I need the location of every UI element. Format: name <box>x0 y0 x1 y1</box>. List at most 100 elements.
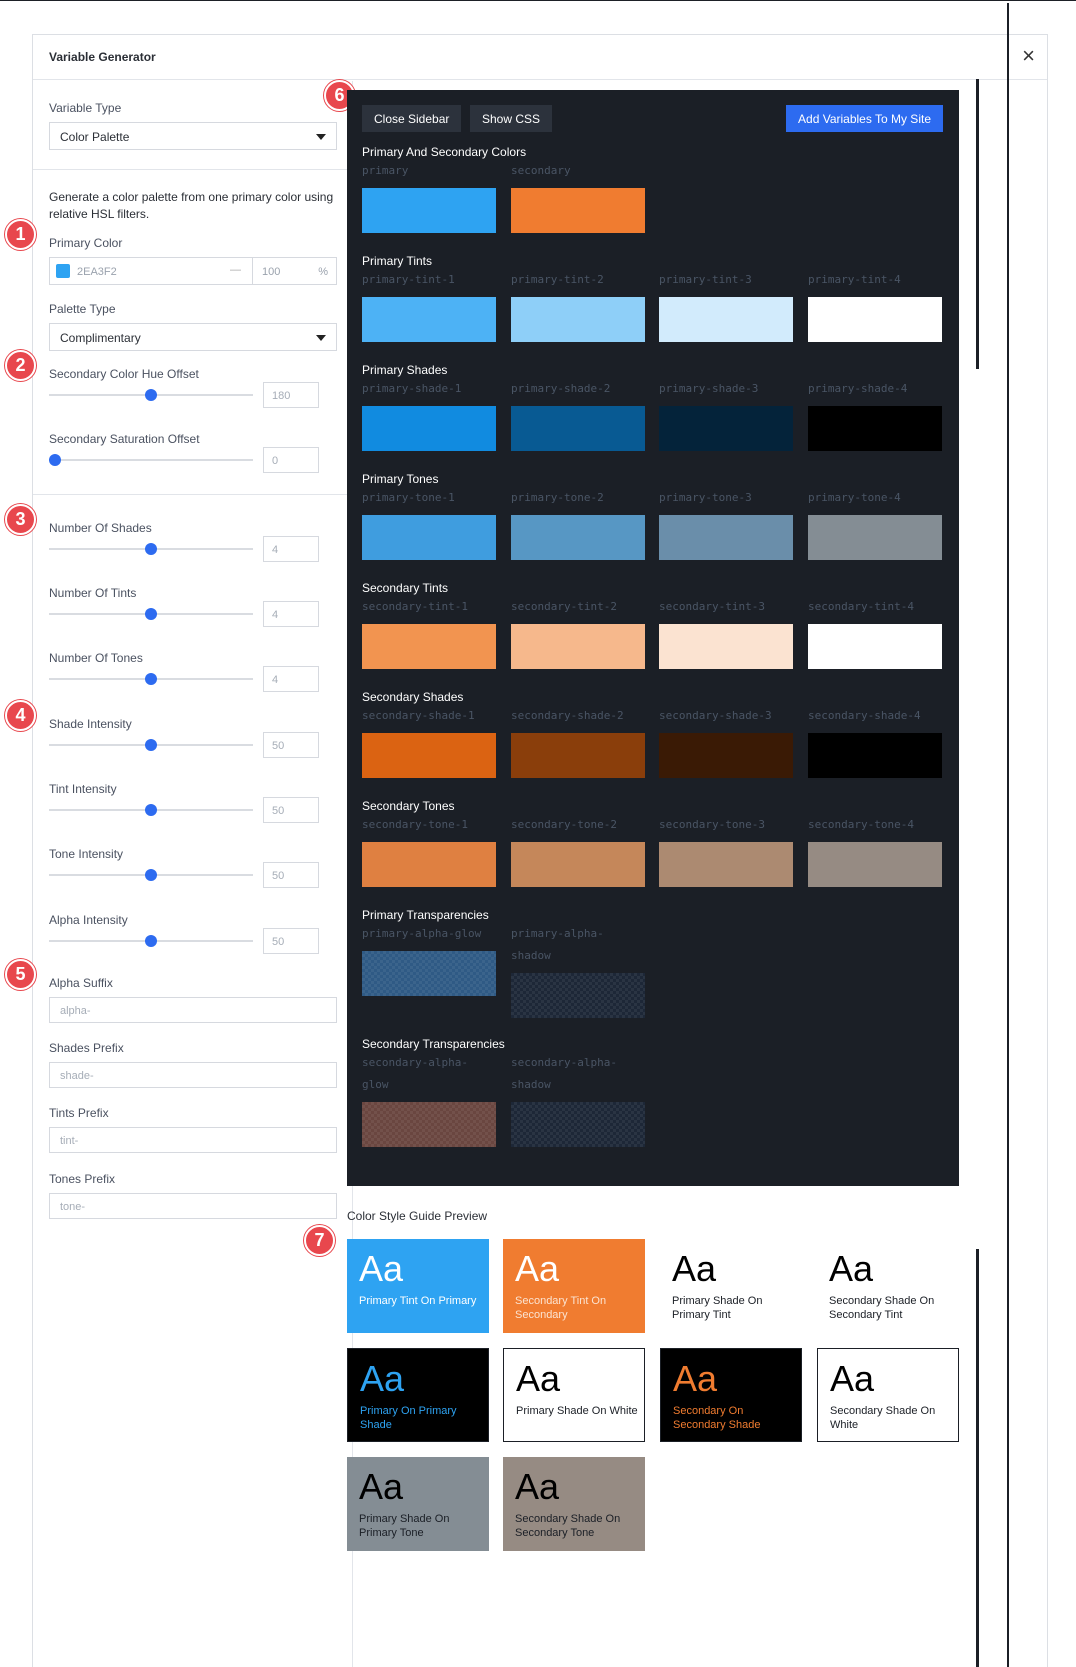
variable-type-select[interactable]: Color Palette <box>49 122 337 150</box>
slider-value-tint_int[interactable]: 50 <box>263 797 319 823</box>
color-swatch[interactable] <box>659 842 793 887</box>
slider-value-tone_int[interactable]: 50 <box>263 862 319 888</box>
color-swatch[interactable] <box>56 264 70 278</box>
slider-thumb[interactable] <box>145 608 157 620</box>
slider-track[interactable] <box>49 459 253 461</box>
color-swatch[interactable] <box>362 733 496 778</box>
shades-prefix-input[interactable]: shade- <box>49 1062 337 1088</box>
slider-sat[interactable] <box>49 454 253 466</box>
variable-name: secondary-shade-3 <box>659 709 772 722</box>
slider-value-shades[interactable]: 4 <box>263 536 319 562</box>
slider-thumb[interactable] <box>145 673 157 685</box>
tints-prefix-input[interactable]: tint- <box>49 1127 337 1153</box>
step-badge-5: 5 <box>5 959 36 990</box>
group-title: Secondary Transparencies <box>362 1037 505 1051</box>
group-title: Secondary Tones <box>362 799 455 813</box>
dialog-header: Variable Generator × <box>33 35 1047 80</box>
variable-name: primary-shade-2 <box>511 382 611 395</box>
page-scrollbar[interactable] <box>1007 3 1009 1667</box>
close-sidebar-button[interactable]: Close Sidebar <box>362 105 462 132</box>
slider-thumb[interactable] <box>145 739 157 751</box>
slider-tint_int[interactable] <box>49 804 253 816</box>
color-swatch[interactable] <box>808 406 942 451</box>
color-swatch[interactable] <box>659 733 793 778</box>
color-swatch[interactable] <box>808 624 942 669</box>
divider <box>33 494 353 495</box>
slider-value-tints[interactable]: 4 <box>263 601 319 627</box>
color-swatch[interactable] <box>362 624 496 669</box>
slider-value-hue[interactable]: 180 <box>263 382 319 408</box>
slider-thumb[interactable] <box>49 454 61 466</box>
slider-tones[interactable] <box>49 673 253 685</box>
primary-color-opacity[interactable]: 100 <box>262 266 280 278</box>
scrollbar[interactable] <box>976 79 979 369</box>
palette-type-value: Complimentary <box>60 331 141 345</box>
color-swatch[interactable] <box>511 842 645 887</box>
slider-thumb[interactable] <box>145 935 157 947</box>
style-guide-card: Aa Primary On Primary Shade <box>347 1348 489 1442</box>
slider-tints[interactable] <box>49 608 253 620</box>
slider-hue[interactable] <box>49 389 253 401</box>
color-swatch[interactable] <box>511 515 645 560</box>
color-swatch[interactable] <box>362 406 496 451</box>
slider-shade_int[interactable] <box>49 739 253 751</box>
color-swatch[interactable] <box>511 733 645 778</box>
slider-value-alpha_int[interactable]: 50 <box>263 928 319 954</box>
transparency-swatch[interactable] <box>511 973 645 1018</box>
group-title: Primary Tones <box>362 472 439 486</box>
close-icon[interactable]: × <box>1022 43 1035 69</box>
color-swatch[interactable] <box>659 406 793 451</box>
sample-text: Aa <box>673 1358 718 1399</box>
slider-thumb[interactable] <box>145 804 157 816</box>
color-swatch[interactable] <box>511 624 645 669</box>
color-swatch[interactable] <box>808 733 942 778</box>
color-swatch[interactable] <box>362 188 496 233</box>
scrollbar[interactable] <box>976 1249 979 1667</box>
primary-color-hex[interactable]: 2EA3F2 <box>77 266 117 278</box>
slider-thumb[interactable] <box>145 543 157 555</box>
color-swatch[interactable] <box>511 297 645 342</box>
variable-name: secondary-shade-4 <box>808 709 921 722</box>
variable-name: secondary-shade-1 <box>362 709 475 722</box>
variable-name: secondary-tint-3 <box>659 600 765 613</box>
color-swatch[interactable] <box>362 297 496 342</box>
style-guide-card: Aa Secondary Shade On Secondary Tone <box>503 1457 645 1551</box>
transparency-swatch[interactable] <box>362 1102 496 1147</box>
card-caption: Secondary Shade On White <box>830 1405 936 1431</box>
card-caption: Secondary Shade On Secondary Tone <box>515 1513 621 1539</box>
color-swatch[interactable] <box>362 515 496 560</box>
variable-name: primary-tint-4 <box>808 273 901 286</box>
tones-prefix-input[interactable]: tone- <box>49 1193 337 1219</box>
slider-label-tint_int: Tint Intensity <box>49 782 117 796</box>
slider-tone_int[interactable] <box>49 869 253 881</box>
style-guide-title: Color Style Guide Preview <box>347 1209 488 1223</box>
variable-name: secondary-tone-1 <box>362 818 468 831</box>
transparency-swatch[interactable] <box>362 951 496 996</box>
color-swatch[interactable] <box>808 515 942 560</box>
slider-label-tones: Number Of Tones <box>49 651 143 665</box>
add-variables-button[interactable]: Add Variables To My Site <box>786 105 943 132</box>
color-swatch[interactable] <box>511 188 645 233</box>
color-swatch[interactable] <box>808 842 942 887</box>
color-swatch[interactable] <box>659 515 793 560</box>
show-css-button[interactable]: Show CSS <box>470 105 553 132</box>
slider-thumb[interactable] <box>145 389 157 401</box>
slider-value-sat[interactable]: 0 <box>263 447 319 473</box>
slider-label-shade_int: Shade Intensity <box>49 717 132 731</box>
slider-shades[interactable] <box>49 543 253 555</box>
color-swatch[interactable] <box>808 297 942 342</box>
transparency-swatch[interactable] <box>511 1102 645 1147</box>
page: Variable Generator × Variable Type Color… <box>0 0 1076 1667</box>
slider-alpha_int[interactable] <box>49 935 253 947</box>
color-swatch[interactable] <box>511 406 645 451</box>
slider-value-tones[interactable]: 4 <box>263 666 319 692</box>
alpha-suffix-input[interactable]: alpha- <box>49 997 337 1023</box>
color-swatch[interactable] <box>659 297 793 342</box>
primary-color-input[interactable]: 2EA3F2 — 100 % <box>49 257 337 285</box>
field-divider <box>252 258 253 284</box>
color-swatch[interactable] <box>659 624 793 669</box>
slider-thumb[interactable] <box>145 869 157 881</box>
palette-type-select[interactable]: Complimentary <box>49 323 337 351</box>
color-swatch[interactable] <box>362 842 496 887</box>
slider-value-shade_int[interactable]: 50 <box>263 732 319 758</box>
